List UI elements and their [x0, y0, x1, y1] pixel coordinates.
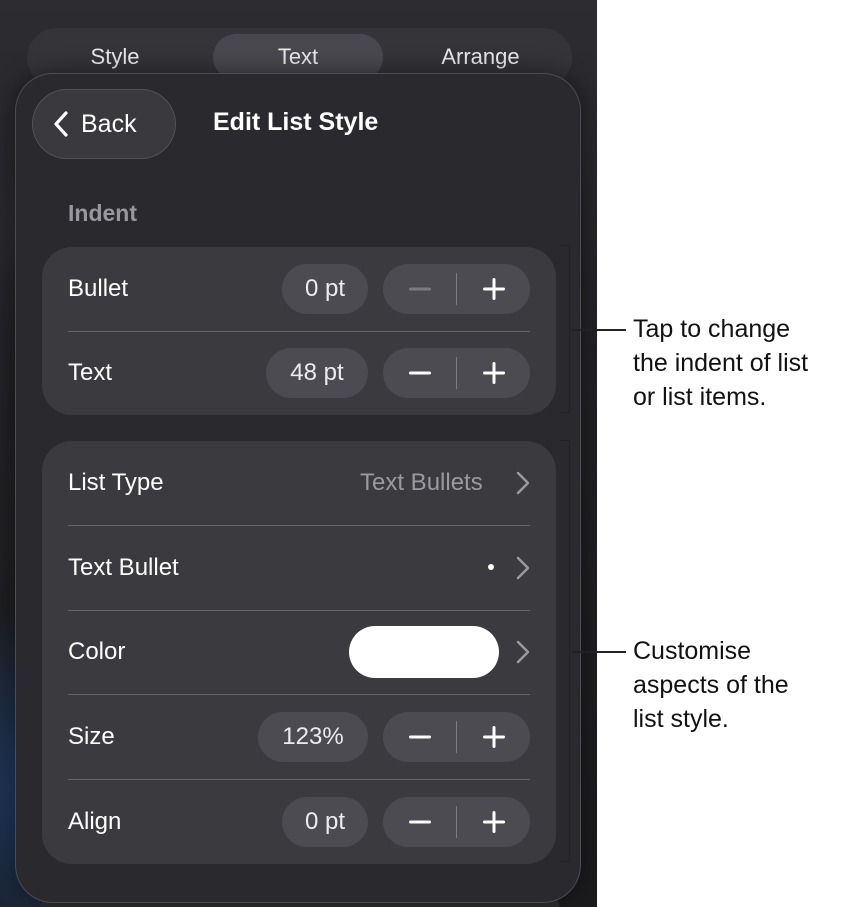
row-label: Align	[68, 808, 122, 835]
edit-list-style-popover: Back Edit List Style Indent Bullet 0 pt	[15, 73, 581, 903]
callout-line: the indent of list	[633, 349, 809, 377]
minus-icon	[408, 287, 431, 291]
chevron-left-icon	[54, 111, 68, 137]
decrement-button[interactable]	[383, 797, 456, 847]
chevron-right-icon[interactable]	[516, 471, 530, 495]
row-label: Text	[68, 359, 113, 386]
plus-icon	[482, 362, 505, 384]
align-value: 0 pt	[282, 797, 368, 847]
row-label: Size	[68, 723, 115, 750]
chevron-right-icon[interactable]	[516, 640, 530, 664]
increment-button[interactable]	[457, 712, 530, 762]
size-value: 123%	[258, 712, 368, 762]
row-label: Text Bullet	[68, 554, 179, 581]
row-list-type[interactable]: List Type Text Bullets	[42, 441, 556, 525]
bullet-glyph-preview	[488, 564, 494, 570]
row-bullet-indent: Bullet 0 pt	[42, 247, 556, 331]
callout-line: Tap to change	[633, 315, 791, 343]
callout-bracket-list-style	[560, 440, 570, 862]
callout-line: aspects of the	[633, 671, 789, 699]
callout-indent-note: Tap to change the indent of list or list…	[633, 312, 853, 414]
list-style-card: List Type Text Bullets Text Bullet Color…	[42, 441, 556, 864]
callout-line: Customise	[633, 637, 752, 665]
row-size: Size 123%	[42, 695, 556, 779]
increment-button[interactable]	[457, 348, 530, 398]
decrement-button[interactable]	[383, 712, 456, 762]
align-stepper	[383, 797, 530, 847]
row-text-indent: Text 48 pt	[42, 331, 556, 415]
plus-icon	[482, 726, 505, 748]
row-label: Bullet	[68, 275, 129, 302]
back-label: Back	[81, 109, 137, 138]
callout-leader-line	[571, 329, 626, 331]
row-text-bullet[interactable]: Text Bullet	[42, 526, 556, 610]
back-button[interactable]: Back	[32, 89, 176, 159]
bullet-indent-value: 0 pt	[282, 264, 368, 314]
increment-button[interactable]	[457, 264, 530, 314]
indent-card: Bullet 0 pt Text 48 pt	[42, 247, 556, 415]
color-swatch[interactable]	[349, 626, 499, 678]
text-indent-value: 48 pt	[266, 348, 368, 398]
row-color[interactable]: Color	[42, 610, 556, 694]
plus-icon	[482, 811, 505, 833]
list-type-value: Text Bullets	[360, 469, 483, 496]
row-align: Align 0 pt	[42, 780, 556, 864]
app-screen: Style Text Arrange Back Edit List Style …	[0, 0, 597, 907]
callout-style-note: Customise aspects of the list style.	[633, 634, 853, 736]
callout-leader-line	[571, 651, 626, 653]
page-title: Edit List Style	[213, 108, 379, 136]
callout-line: or list items.	[633, 383, 767, 411]
text-indent-stepper	[383, 348, 530, 398]
minus-icon	[408, 371, 431, 375]
section-label-indent: Indent	[68, 200, 137, 226]
increment-button[interactable]	[457, 797, 530, 847]
minus-icon	[408, 820, 431, 824]
bullet-indent-stepper	[383, 264, 530, 314]
callout-bracket-indent	[560, 245, 570, 413]
size-stepper	[383, 712, 530, 762]
decrement-button[interactable]	[383, 348, 456, 398]
callout-line: list style.	[633, 705, 729, 733]
row-label: Color	[68, 638, 126, 665]
row-label: List Type	[68, 469, 164, 496]
minus-icon	[408, 735, 431, 739]
decrement-button[interactable]	[383, 264, 456, 314]
chevron-right-icon[interactable]	[516, 556, 530, 580]
plus-icon	[482, 278, 505, 300]
